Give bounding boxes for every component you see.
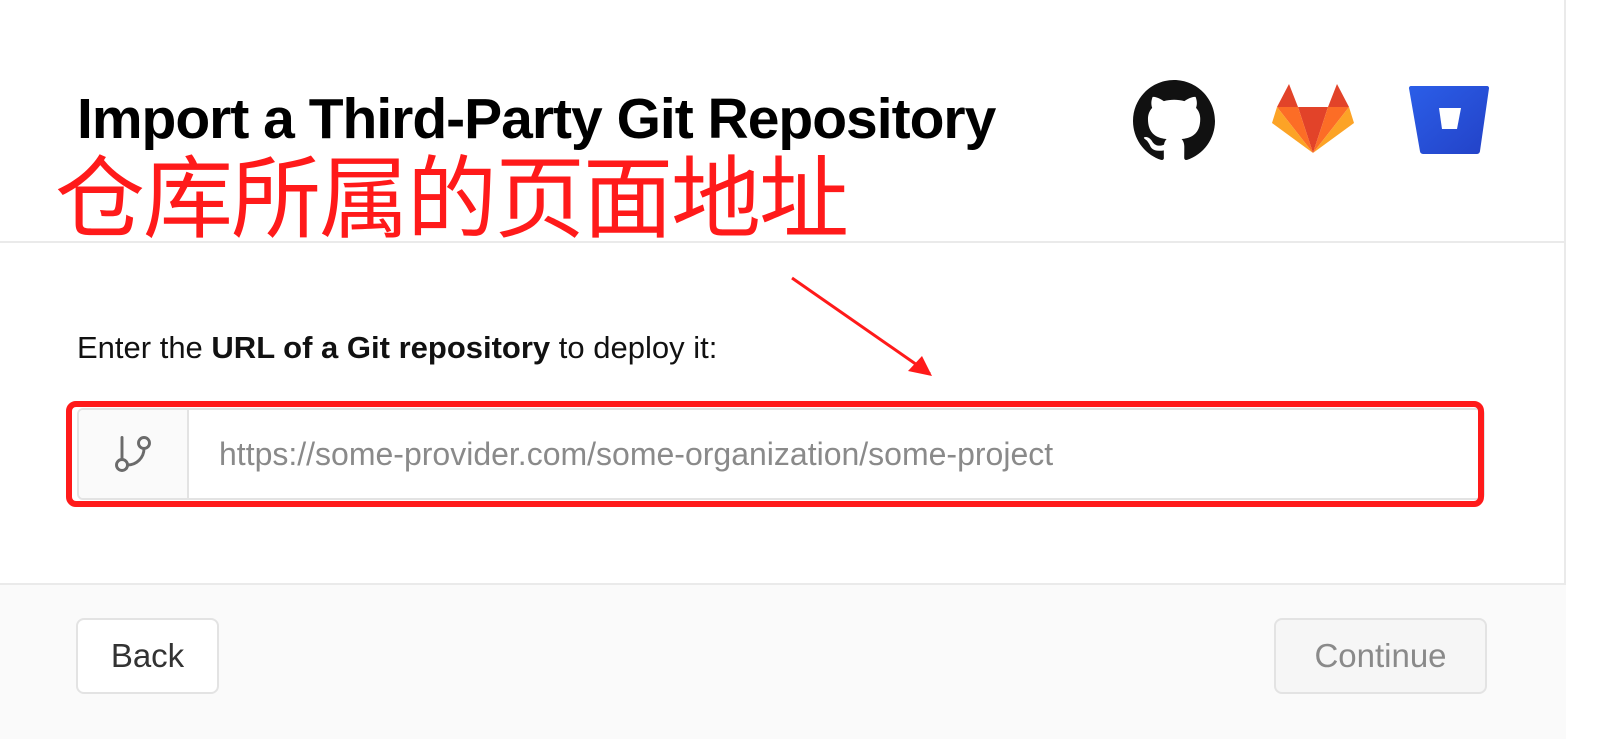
bitbucket-icon[interactable] [1408, 80, 1490, 162]
url-prefix [79, 410, 189, 498]
annotation-label: 仓库所属的页面地址 [55, 147, 849, 252]
url-prompt: Enter the URL of a Git repository to dep… [77, 330, 717, 366]
card-footer: Back Continue [0, 583, 1566, 739]
prompt-bold: URL of a Git repository [211, 330, 551, 365]
gitlab-icon[interactable] [1272, 80, 1354, 162]
back-button[interactable]: Back [76, 618, 219, 694]
prompt-suffix: to deploy it: [550, 330, 718, 365]
git-branch-icon [115, 436, 151, 472]
import-card: Import a Third-Party Git Repository 仓库所属… [0, 0, 1566, 739]
repository-url-field [77, 408, 1485, 500]
continue-button[interactable]: Continue [1274, 618, 1487, 694]
github-icon[interactable] [1133, 80, 1215, 162]
repository-url-input[interactable] [191, 410, 1481, 498]
prompt-prefix: Enter the [77, 330, 212, 365]
annotation-arrow [791, 276, 932, 376]
